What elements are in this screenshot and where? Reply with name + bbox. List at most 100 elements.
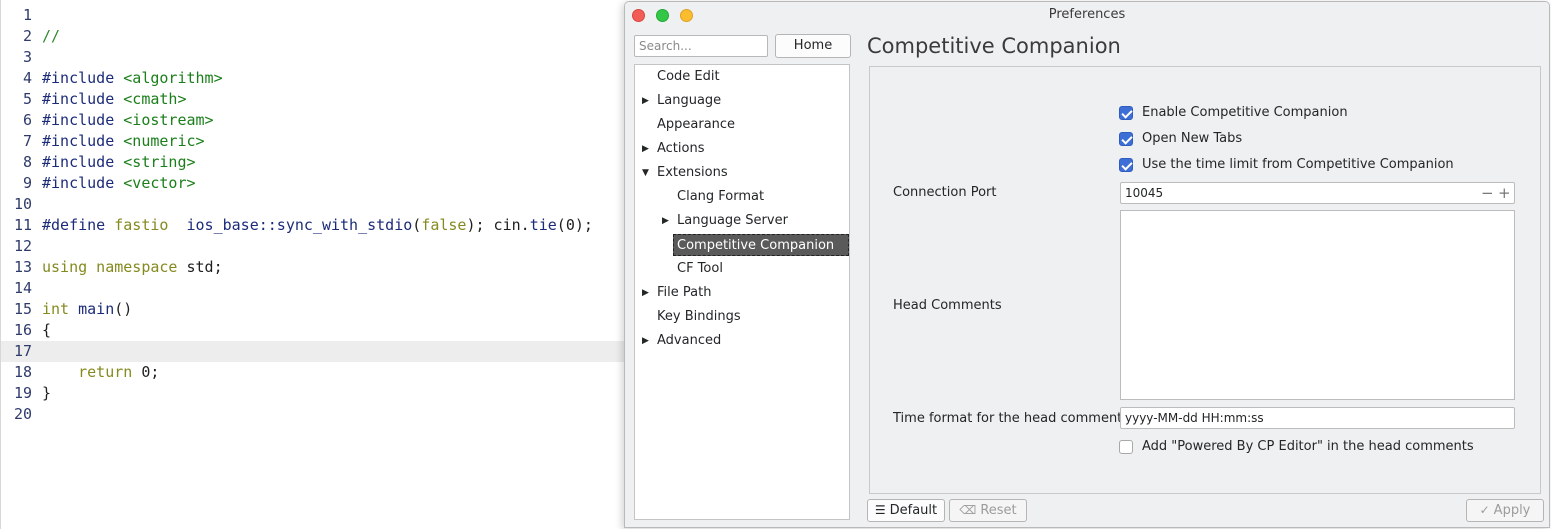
code-text: return 0; xyxy=(42,362,159,383)
collapsed-arrow-icon[interactable]: ▶ xyxy=(642,90,649,112)
tree-item-competitive-companion[interactable]: Competitive Companion xyxy=(673,234,849,256)
code-token: tie xyxy=(529,216,557,234)
powered-by-label: Add "Powered By CP Editor" in the head c… xyxy=(1142,439,1474,454)
code-token: std; xyxy=(186,258,223,276)
tree-item-label: Competitive Companion xyxy=(677,238,835,253)
settings-tree[interactable]: Code Edit ▶ Language Appearance ▶ Actions ▼ Ext… xyxy=(634,64,850,520)
code-text: } xyxy=(42,383,51,404)
reset-button[interactable]: ⌫ Reset xyxy=(949,499,1027,522)
code-token: #include xyxy=(42,153,124,171)
line-number: 5 xyxy=(22,90,32,108)
expanded-arrow-icon[interactable]: ▼ xyxy=(642,162,649,184)
default-button[interactable]: ☰ Default xyxy=(867,499,945,522)
code-line[interactable]: 1 xyxy=(1,5,627,26)
connection-port-spinbox[interactable]: 10045 − + xyxy=(1120,182,1515,204)
line-number: 16 xyxy=(13,321,32,339)
code-line[interactable]: 6 #include <iostream> xyxy=(1,110,627,131)
code-editor[interactable]: 1 2//3 4 #include <algorithm> 5 #include <cma… xyxy=(0,0,627,529)
decrement-icon[interactable]: − xyxy=(1481,184,1494,202)
code-token: #define xyxy=(42,216,115,234)
time-format-input[interactable]: yyyy-MM-dd HH:mm:ss xyxy=(1120,407,1515,429)
head-comments-textarea[interactable] xyxy=(1120,210,1515,400)
code-line[interactable]: 5 #include <cmath> xyxy=(1,89,627,110)
code-text: #include <cmath> xyxy=(42,89,187,110)
code-token: ios_base::sync_with_stdio xyxy=(186,216,413,234)
search-field[interactable] xyxy=(634,35,768,57)
code-line[interactable]: 4 #include <algorithm> xyxy=(1,68,627,89)
code-text: #include <numeric> xyxy=(42,131,205,152)
code-token: int xyxy=(42,300,79,318)
tree-item-file-path[interactable]: ▶ File Path xyxy=(642,282,712,304)
collapsed-arrow-icon[interactable]: ▶ xyxy=(642,330,649,352)
tree-item-appearance[interactable]: Appearance xyxy=(657,114,735,136)
code-line[interactable]: 3 xyxy=(1,47,627,68)
line-number: 10 xyxy=(13,195,32,213)
code-line[interactable]: 12 xyxy=(1,236,627,257)
powered-by-checkbox[interactable] xyxy=(1119,440,1133,454)
tree-item-key-bindings[interactable]: Key Bindings xyxy=(657,306,741,328)
code-text: #define fastio ios_base::sync_with_stdio… xyxy=(42,215,593,236)
code-line[interactable]: 16 { xyxy=(1,320,627,341)
line-number: 8 xyxy=(22,153,32,171)
code-line[interactable]: 2 // xyxy=(1,26,627,47)
increment-icon[interactable]: + xyxy=(1498,184,1511,202)
line-number: 13 xyxy=(13,258,32,276)
tree-item-language[interactable]: ▶ Language xyxy=(642,90,721,112)
code-token: false xyxy=(421,216,467,234)
code-line[interactable]: 19} xyxy=(1,383,627,404)
checkbox-label: Enable Competitive Companion xyxy=(1142,105,1348,120)
list-icon: ☰ xyxy=(874,503,886,517)
line-number: 19 xyxy=(13,384,32,402)
tree-item-language-server[interactable]: ▶ Language Server xyxy=(662,210,788,232)
code-text: #include <iostream> xyxy=(42,110,214,131)
line-number: 9 xyxy=(22,174,32,192)
search-input[interactable] xyxy=(635,36,767,56)
code-text: #include <string> xyxy=(42,152,196,173)
code-token: { xyxy=(42,321,52,339)
line-number: 20 xyxy=(13,405,32,423)
title-bar[interactable]: Preferences xyxy=(625,2,1549,28)
tree-item-cf-tool[interactable]: CF Tool xyxy=(677,258,723,280)
checkbox[interactable] xyxy=(1119,106,1133,120)
tree-item-label: Language Server xyxy=(677,213,788,228)
code-line[interactable]: 11 #define fastio ios_base::sync_with_std… xyxy=(1,215,627,236)
checkbox[interactable] xyxy=(1119,158,1133,172)
checkmark-icon: ✓ xyxy=(1479,503,1490,517)
code-line[interactable]: 20 xyxy=(1,404,627,425)
code-line[interactable]: 7 #include <numeric> xyxy=(1,131,627,152)
tree-item-advanced[interactable]: ▶ Advanced xyxy=(642,330,721,352)
code-line[interactable]: 8 #include <string> xyxy=(1,152,627,173)
collapsed-arrow-icon[interactable]: ▶ xyxy=(642,138,649,160)
code-text: #include <algorithm> xyxy=(42,68,223,89)
collapsed-arrow-icon[interactable]: ▶ xyxy=(662,210,669,232)
tree-item-extensions[interactable]: ▼ Extensions xyxy=(642,162,728,184)
tree-item-label: CF Tool xyxy=(677,261,723,276)
code-line[interactable]: 18 return 0; xyxy=(1,362,627,383)
code-token: ( xyxy=(412,216,422,234)
code-token: #include xyxy=(42,132,124,150)
code-token: 0; xyxy=(141,363,160,381)
tree-item-clang-format[interactable]: Clang Format xyxy=(677,186,764,208)
code-line[interactable]: 10 xyxy=(1,194,627,215)
code-line[interactable]: 13 using namespace std; xyxy=(1,257,627,278)
home-button[interactable]: Home xyxy=(775,34,851,58)
code-line[interactable]: 14 xyxy=(1,278,627,299)
checkbox[interactable] xyxy=(1119,132,1133,146)
line-number: 3 xyxy=(22,48,32,66)
code-line[interactable]: 9 #include <vector> xyxy=(1,173,627,194)
line-number: 15 xyxy=(13,300,32,318)
line-number: 2 xyxy=(22,27,32,45)
tree-item-label: Extensions xyxy=(657,165,728,180)
apply-button[interactable]: ✓ Apply xyxy=(1466,499,1544,522)
tree-item-label: Key Bindings xyxy=(657,309,741,324)
code-line[interactable]: 17 xyxy=(1,341,627,362)
code-token: return xyxy=(78,363,142,381)
tree-item-actions[interactable]: ▶ Actions xyxy=(642,138,705,160)
tree-item-label: File Path xyxy=(657,285,712,300)
code-line[interactable]: 15 int main() xyxy=(1,299,627,320)
tree-item-code-edit[interactable]: Code Edit xyxy=(657,66,720,88)
time-format-value: yyyy-MM-dd HH:mm:ss xyxy=(1125,411,1264,425)
checkbox-label: Use the time limit from Competitive Comp… xyxy=(1142,157,1454,172)
collapsed-arrow-icon[interactable]: ▶ xyxy=(642,282,649,304)
